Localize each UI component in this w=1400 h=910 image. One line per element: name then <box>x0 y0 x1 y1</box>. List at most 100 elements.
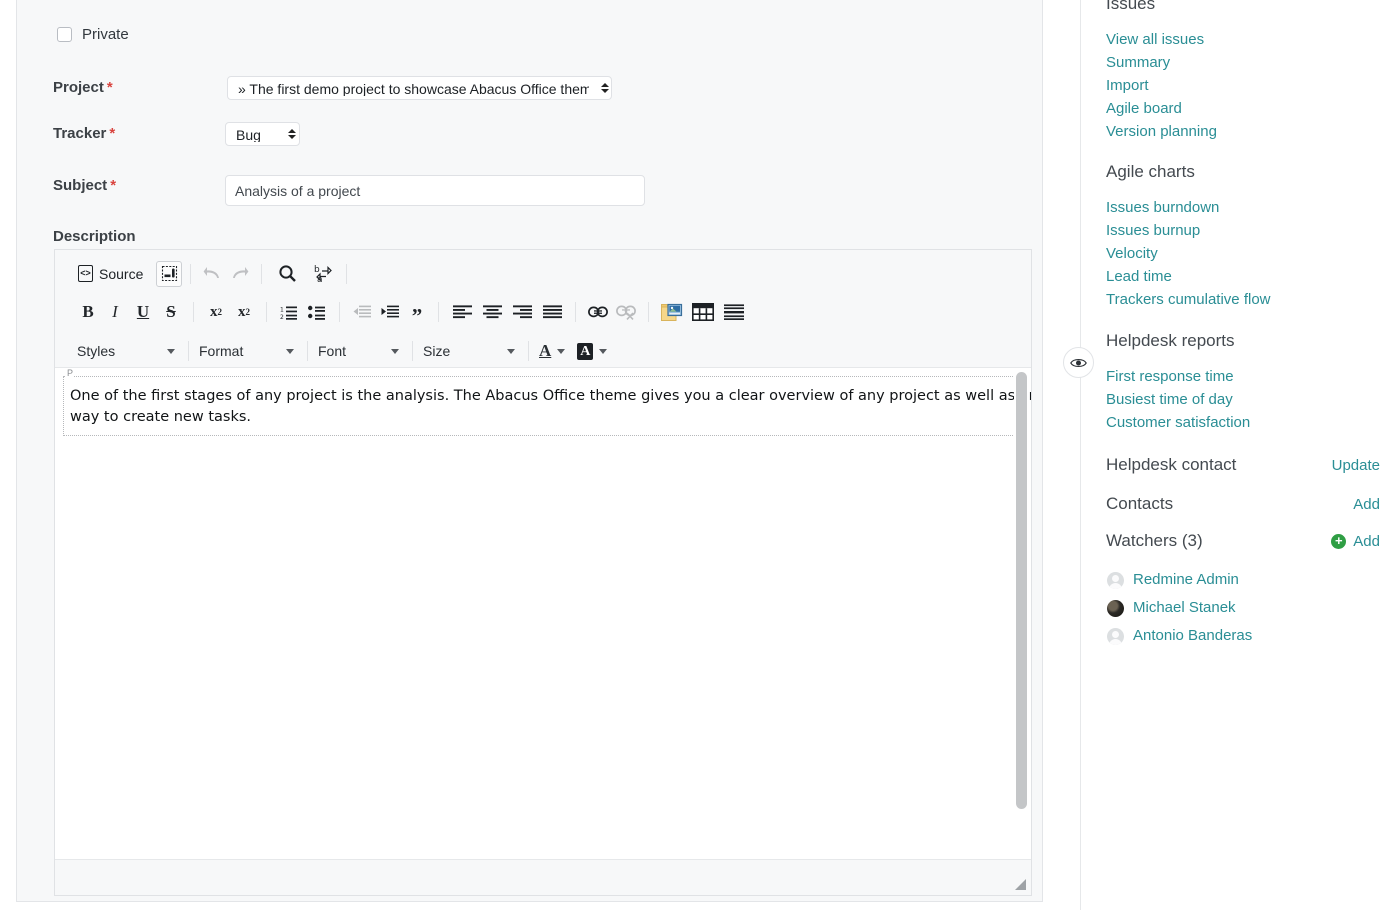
image-button[interactable] <box>657 299 687 325</box>
align-right-button[interactable] <box>507 299 537 325</box>
bulleted-list-icon <box>308 305 326 320</box>
text-color-label: A <box>539 341 551 361</box>
font-dropdown[interactable]: Font <box>316 338 404 364</box>
chevron-down-icon <box>167 349 175 354</box>
page-root: Private Project* » The first demo projec… <box>0 0 1400 910</box>
toolbar-separator <box>648 302 649 322</box>
toolbar-separator <box>188 341 189 361</box>
text-color-button[interactable]: A <box>537 338 565 364</box>
sidebar-contacts-row: Contacts Add <box>1106 494 1380 514</box>
sidebar-link-issues-burndown[interactable]: Issues burndown <box>1106 196 1271 219</box>
watcher-name-link[interactable]: Antonio Banderas <box>1133 622 1252 650</box>
templates-button[interactable] <box>156 261 182 287</box>
subject-label: Subject* <box>53 177 116 194</box>
sidebar-link-customer-satisfaction[interactable]: Customer satisfaction <box>1106 411 1250 434</box>
background-color-label: A <box>577 343 593 360</box>
paragraph-block[interactable]: P One of the first stages of any project… <box>63 376 1015 436</box>
replace-button[interactable]: b a <box>310 261 338 287</box>
find-button[interactable] <box>274 261 301 287</box>
sidebar-link-import[interactable]: Import <box>1106 74 1217 97</box>
format-dropdown[interactable]: Format <box>197 338 299 364</box>
superscript-button[interactable]: x2 <box>230 299 258 325</box>
background-color-button[interactable]: A <box>575 338 607 364</box>
watcher-name-link[interactable]: Redmine Admin <box>1133 566 1239 594</box>
subject-input[interactable] <box>225 175 645 206</box>
horizontal-rule-icon <box>724 304 744 320</box>
contacts-add-link[interactable]: Add <box>1353 496 1380 513</box>
project-select[interactable]: » The first demo project to showcase Aba… <box>227 76 612 100</box>
sidebar-toggle-button[interactable] <box>1063 347 1094 378</box>
numbered-list-button[interactable]: 1 2 <box>275 299 303 325</box>
sidebar-link-lead-time[interactable]: Lead time <box>1106 265 1271 288</box>
decrease-indent-button[interactable] <box>348 299 376 325</box>
align-left-button[interactable] <box>447 299 477 325</box>
undo-icon <box>203 265 222 282</box>
styles-dropdown[interactable]: Styles <box>75 338 180 364</box>
editor-resize-handle[interactable] <box>1015 879 1026 890</box>
avatar <box>1107 600 1124 617</box>
bold-button[interactable]: B <box>75 299 101 325</box>
avatar <box>1107 572 1124 589</box>
sidebar-link-first-response-time[interactable]: First response time <box>1106 365 1250 388</box>
editor-footer <box>55 859 1031 895</box>
description-text[interactable]: One of the first stages of any project i… <box>70 386 1031 428</box>
tracker-select[interactable]: Bug <box>225 122 300 146</box>
private-label: Private <box>82 26 129 43</box>
plus-circle-icon: + <box>1331 534 1346 549</box>
sidebar-link-trackers-cumulative-flow[interactable]: Trackers cumulative flow <box>1106 288 1271 311</box>
bulleted-list-button[interactable] <box>303 299 331 325</box>
editor-content-inner[interactable]: P One of the first stages of any project… <box>56 369 1013 859</box>
subject-required-mark: * <box>110 177 116 194</box>
helpdesk-contact-update-link[interactable]: Update <box>1332 457 1380 474</box>
watcher-item[interactable]: Michael Stanek <box>1107 594 1252 622</box>
sidebar-link-velocity[interactable]: Velocity <box>1106 242 1271 265</box>
sidebar-link-busiest-time-of-day[interactable]: Busiest time of day <box>1106 388 1250 411</box>
chevron-down-icon <box>599 349 607 354</box>
editor-content-area[interactable]: P One of the first stages of any project… <box>55 367 1031 859</box>
editor-vertical-scrollbar[interactable] <box>1014 370 1029 857</box>
size-dropdown[interactable]: Size <box>421 338 520 364</box>
link-button[interactable] <box>584 299 612 325</box>
strikethrough-button[interactable]: S <box>157 299 185 325</box>
sidebar-heading-agile-charts: Agile charts <box>1106 162 1271 182</box>
unlink-button[interactable] <box>612 299 640 325</box>
eye-icon <box>1070 357 1087 369</box>
increase-indent-button[interactable] <box>376 299 404 325</box>
sidebar-link-agile-board[interactable]: Agile board <box>1106 97 1217 120</box>
sidebar-link-summary[interactable]: Summary <box>1106 51 1217 74</box>
toolbar-separator <box>193 302 194 322</box>
toolbar-row-3: Styles Format Font Size <box>61 331 1025 371</box>
watcher-item[interactable]: Redmine Admin <box>1107 566 1252 594</box>
redo-button[interactable] <box>226 261 253 287</box>
source-button[interactable]: <> Source <box>75 261 148 287</box>
sidebar-divider <box>1080 0 1081 910</box>
watchers-add-link[interactable]: + Add <box>1331 533 1380 550</box>
watcher-item[interactable]: Antonio Banderas <box>1107 622 1252 650</box>
chevron-down-icon <box>557 349 565 354</box>
sidebar-link-version-planning[interactable]: Version planning <box>1106 120 1217 143</box>
paragraph-tag-label: P <box>66 368 74 378</box>
horizontal-rule-button[interactable] <box>719 299 749 325</box>
editor-vertical-scrollbar-thumb[interactable] <box>1016 372 1027 809</box>
sidebar-link-view-all-issues[interactable]: View all issues <box>1106 28 1217 51</box>
sidebar-section-agile-charts: Agile charts Issues burndown Issues burn… <box>1106 162 1271 311</box>
avatar <box>1107 628 1124 645</box>
undo-button[interactable] <box>199 261 226 287</box>
increase-indent-icon <box>381 305 399 320</box>
justify-button[interactable] <box>537 299 567 325</box>
table-button[interactable] <box>687 299 719 325</box>
italic-button[interactable]: I <box>101 299 129 325</box>
toolbar-separator <box>412 341 413 361</box>
private-checkbox[interactable] <box>57 27 72 42</box>
watcher-name-link[interactable]: Michael Stanek <box>1133 594 1236 622</box>
watchers-list: Redmine Admin Michael Stanek Antonio Ban… <box>1107 566 1252 650</box>
align-center-button[interactable] <box>477 299 507 325</box>
sidebar-link-issues-burnup[interactable]: Issues burnup <box>1106 219 1271 242</box>
description-label: Description <box>53 228 136 245</box>
private-checkbox-row[interactable]: Private <box>57 26 129 43</box>
blockquote-button[interactable]: ” <box>404 299 430 325</box>
underline-button[interactable]: U <box>129 299 157 325</box>
sidebar-heading-helpdesk-contact: Helpdesk contact <box>1106 455 1236 475</box>
subscript-button[interactable]: x2 <box>202 299 230 325</box>
table-icon <box>692 303 714 321</box>
